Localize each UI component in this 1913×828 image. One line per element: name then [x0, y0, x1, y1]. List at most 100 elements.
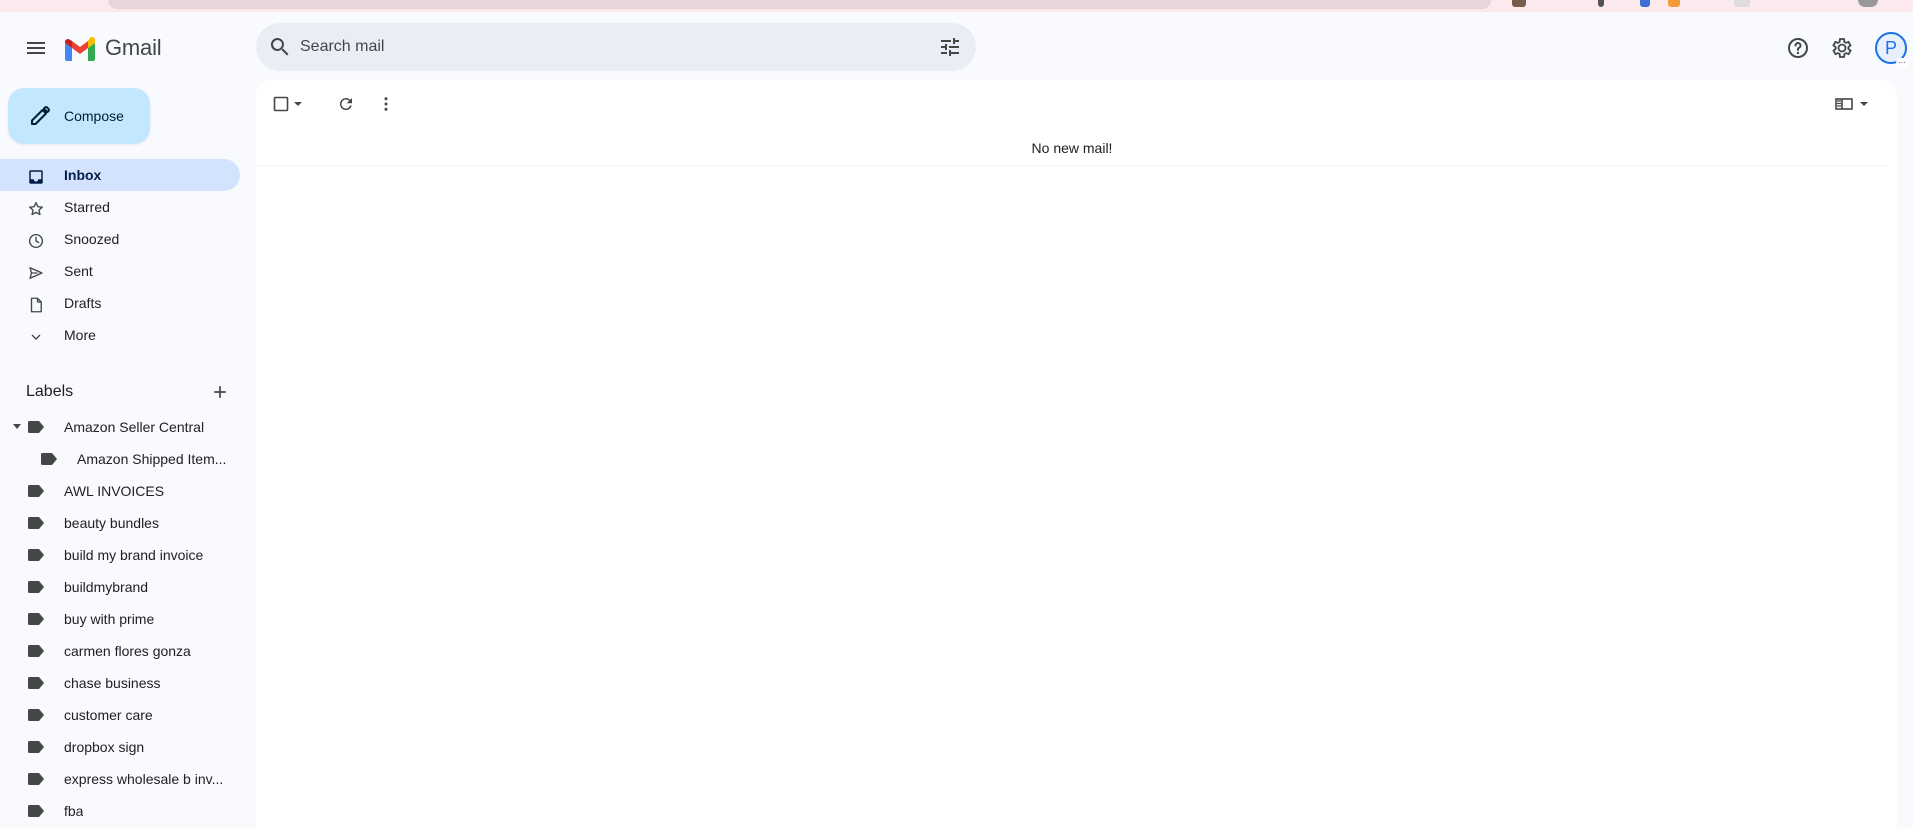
- settings-button[interactable]: [1822, 28, 1862, 68]
- nav-item-drafts[interactable]: Drafts: [0, 287, 240, 319]
- draft-icon: [26, 295, 46, 315]
- app-name: Gmail: [105, 35, 162, 60]
- label-icon: [28, 805, 44, 817]
- sidebar: Compose Inbox Starred Snoozed Sent Draft…: [0, 80, 256, 828]
- nav-item-snoozed[interactable]: Snoozed: [0, 223, 240, 255]
- nav-item-label: Sent: [64, 263, 93, 279]
- gmail-logo[interactable]: Gmail: [63, 32, 162, 64]
- caret-down-icon: [1860, 102, 1868, 106]
- compose-button[interactable]: Compose: [8, 88, 150, 144]
- app-header: Gmail P ⋯: [0, 12, 1913, 80]
- nav-item-starred[interactable]: Starred: [0, 191, 240, 223]
- label-icon: [28, 549, 44, 561]
- label-icon: [28, 485, 44, 497]
- help-button[interactable]: [1778, 28, 1818, 68]
- label-name: Amazon Seller Central: [64, 419, 205, 435]
- browser-extension-icon[interactable]: [1640, 0, 1650, 7]
- label-item[interactable]: buildmybrand: [0, 571, 240, 603]
- label-item[interactable]: chase business: [0, 667, 240, 699]
- label-icon: [28, 709, 44, 721]
- label-item[interactable]: beauty bundles: [0, 507, 240, 539]
- hamburger-menu-icon: [27, 42, 45, 54]
- compose-label: Compose: [64, 108, 124, 124]
- browser-extension-icon[interactable]: [1668, 0, 1680, 7]
- folder-nav: Inbox Starred Snoozed Sent Drafts More: [0, 159, 256, 351]
- gmail-m-icon: [65, 37, 95, 61]
- more-actions-button[interactable]: [370, 88, 402, 120]
- split-pane-icon: [1835, 98, 1853, 110]
- label-icon: [28, 645, 44, 657]
- label-item[interactable]: customer care: [0, 699, 240, 731]
- label-icon: [28, 421, 44, 433]
- nav-item-label: More: [64, 327, 96, 343]
- label-name: build my brand invoice: [64, 547, 204, 563]
- labels-list: Amazon Seller Central Amazon Shipped Ite…: [0, 411, 256, 827]
- browser-top-strip: [0, 0, 1913, 12]
- label-icon: [28, 613, 44, 625]
- caret-down-icon[interactable]: [293, 99, 303, 109]
- label-name: beauty bundles: [64, 515, 159, 531]
- label-name: buildmybrand: [64, 579, 149, 595]
- refresh-button[interactable]: [330, 88, 362, 120]
- select-all-checkbox[interactable]: [270, 88, 306, 120]
- label-icon: [28, 517, 44, 529]
- label-name: carmen flores gonza: [64, 643, 191, 659]
- label-name: Amazon Shipped Item...: [77, 451, 227, 467]
- label-name: buy with prime: [64, 611, 155, 627]
- main-menu-button[interactable]: [16, 28, 56, 68]
- label-icon: [41, 453, 57, 465]
- label-name: chase business: [64, 675, 161, 691]
- nav-item-label: Inbox: [64, 167, 102, 183]
- label-name: AWL INVOICES: [64, 483, 165, 499]
- browser-extension-icon[interactable]: [1598, 0, 1604, 7]
- label-icon: [28, 581, 44, 593]
- star-icon: [26, 199, 46, 219]
- nav-item-label: Snoozed: [64, 231, 120, 247]
- label-item[interactable]: buy with prime: [0, 603, 240, 635]
- avatar-badge-icon: ⋯: [1896, 58, 1908, 68]
- label-icon: [28, 741, 44, 753]
- gear-icon: [1832, 38, 1852, 58]
- search-options-icon[interactable]: [938, 35, 962, 59]
- browser-address-bar[interactable]: [108, 0, 1491, 9]
- label-item[interactable]: AWL INVOICES: [0, 475, 240, 507]
- mail-list-panel: No new mail!: [256, 80, 1897, 828]
- label-item[interactable]: dropbox sign: [0, 731, 240, 763]
- split-pane-toggle[interactable]: [1832, 88, 1872, 120]
- nav-item-inbox[interactable]: Inbox: [0, 159, 240, 191]
- label-name: fba: [64, 803, 84, 819]
- label-item[interactable]: carmen flores gonza: [0, 635, 240, 667]
- browser-extension-icon[interactable]: [1734, 0, 1750, 7]
- labels-header: Labels: [26, 380, 236, 404]
- label-item[interactable]: express wholesale b inv...: [0, 763, 240, 795]
- label-item[interactable]: Amazon Seller Central: [0, 411, 240, 443]
- label-item[interactable]: fba: [0, 795, 240, 827]
- nav-item-sent[interactable]: Sent: [0, 255, 240, 287]
- avatar-letter: P: [1884, 37, 1897, 58]
- mail-toolbar: [256, 80, 1897, 128]
- clock-icon: [26, 231, 46, 251]
- inbox-icon: [26, 167, 46, 187]
- browser-extension-icon[interactable]: [1512, 0, 1526, 7]
- help-icon: [1788, 38, 1808, 58]
- browser-profile-icon[interactable]: [1858, 0, 1878, 7]
- nav-item-label: Starred: [64, 199, 110, 215]
- label-item[interactable]: Amazon Shipped Item...: [0, 443, 240, 475]
- labels-heading: Labels: [26, 383, 74, 400]
- search-bar[interactable]: [256, 23, 976, 71]
- nav-item-label: Drafts: [64, 295, 102, 311]
- label-name: express wholesale b inv...: [64, 771, 224, 787]
- more-vertical-icon: [384, 97, 388, 111]
- empty-inbox-message: No new mail!: [256, 130, 1888, 166]
- pencil-icon: [31, 106, 50, 125]
- search-icon[interactable]: [268, 35, 292, 59]
- refresh-icon: [339, 98, 352, 111]
- label-item[interactable]: build my brand invoice: [0, 539, 240, 571]
- label-name: dropbox sign: [64, 739, 145, 755]
- label-icon: [28, 677, 44, 689]
- nav-item-more[interactable]: More: [0, 319, 240, 351]
- add-label-icon[interactable]: [210, 382, 230, 402]
- expand-caret-icon[interactable]: [13, 424, 21, 429]
- search-input[interactable]: [300, 23, 900, 71]
- chevron-down-icon: [26, 327, 46, 347]
